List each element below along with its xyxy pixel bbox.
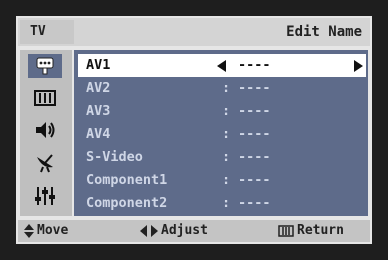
- menu-header: TV Edit Name: [18, 18, 370, 46]
- item-separator: :: [222, 80, 231, 96]
- item-value: ----: [238, 103, 271, 119]
- list-item-av3[interactable]: AV3 : ----: [78, 100, 366, 123]
- item-separator: :: [222, 103, 231, 119]
- sound-icon[interactable]: [28, 118, 62, 142]
- return-hint: Return: [278, 220, 344, 242]
- move-hint: Move: [24, 220, 68, 242]
- adjust-hint: Adjust: [140, 220, 208, 242]
- arrow-left-icon[interactable]: [217, 60, 226, 72]
- left-right-arrows-icon: [140, 225, 158, 237]
- item-name: AV2: [86, 80, 111, 96]
- setup-icon[interactable]: [28, 184, 62, 208]
- item-value: ----: [238, 195, 271, 211]
- list-item-av4[interactable]: AV4 : ----: [78, 123, 366, 146]
- list-item-component2[interactable]: Component2 : ----: [78, 192, 366, 215]
- item-value: ----: [238, 149, 271, 165]
- menu-category-sidebar: [20, 50, 72, 216]
- move-label: Move: [37, 223, 69, 238]
- item-value: ----: [238, 126, 271, 142]
- picture-icon[interactable]: [28, 86, 62, 110]
- return-label: Return: [297, 223, 344, 238]
- item-value: ----: [238, 57, 271, 73]
- input-icon[interactable]: [28, 54, 62, 78]
- osd-menu: TV Edit Name AV1 ---- AV2: ---- AV3: -…: [16, 16, 372, 244]
- tv-label: TV: [20, 20, 74, 44]
- item-separator: :: [222, 195, 231, 211]
- item-name: Component1: [86, 172, 168, 188]
- up-down-arrows-icon: [24, 224, 34, 238]
- list-item-av1[interactable]: AV1 ----: [78, 54, 366, 77]
- item-value: ----: [238, 80, 271, 96]
- arrow-right-icon[interactable]: [354, 60, 363, 72]
- item-separator: :: [222, 172, 231, 188]
- item-separator: :: [222, 149, 231, 165]
- list-item-av2[interactable]: AV2 : ----: [78, 77, 366, 100]
- list-item-component1[interactable]: Component1 : ----: [78, 169, 366, 192]
- item-value: ----: [238, 172, 271, 188]
- item-name: S-Video: [86, 149, 143, 165]
- item-name: AV1: [86, 57, 111, 73]
- item-name: AV4: [86, 126, 111, 142]
- help-bar: Move Adjust Return: [18, 220, 370, 242]
- edit-name-list: AV1 ---- AV2 : ---- AV3 : ---- AV4 : ---…: [74, 50, 368, 216]
- item-separator: :: [222, 126, 231, 142]
- list-item-s-video[interactable]: S-Video : ----: [78, 146, 366, 169]
- adjust-label: Adjust: [161, 223, 208, 238]
- menu-title: Edit Name: [286, 24, 362, 40]
- item-name: AV3: [86, 103, 111, 119]
- item-name: Component2: [86, 195, 168, 211]
- menu-icon: [278, 225, 294, 237]
- tv-screen: TV Edit Name AV1 ---- AV2: ---- AV3: -…: [0, 0, 388, 260]
- channel-icon[interactable]: [28, 150, 62, 174]
